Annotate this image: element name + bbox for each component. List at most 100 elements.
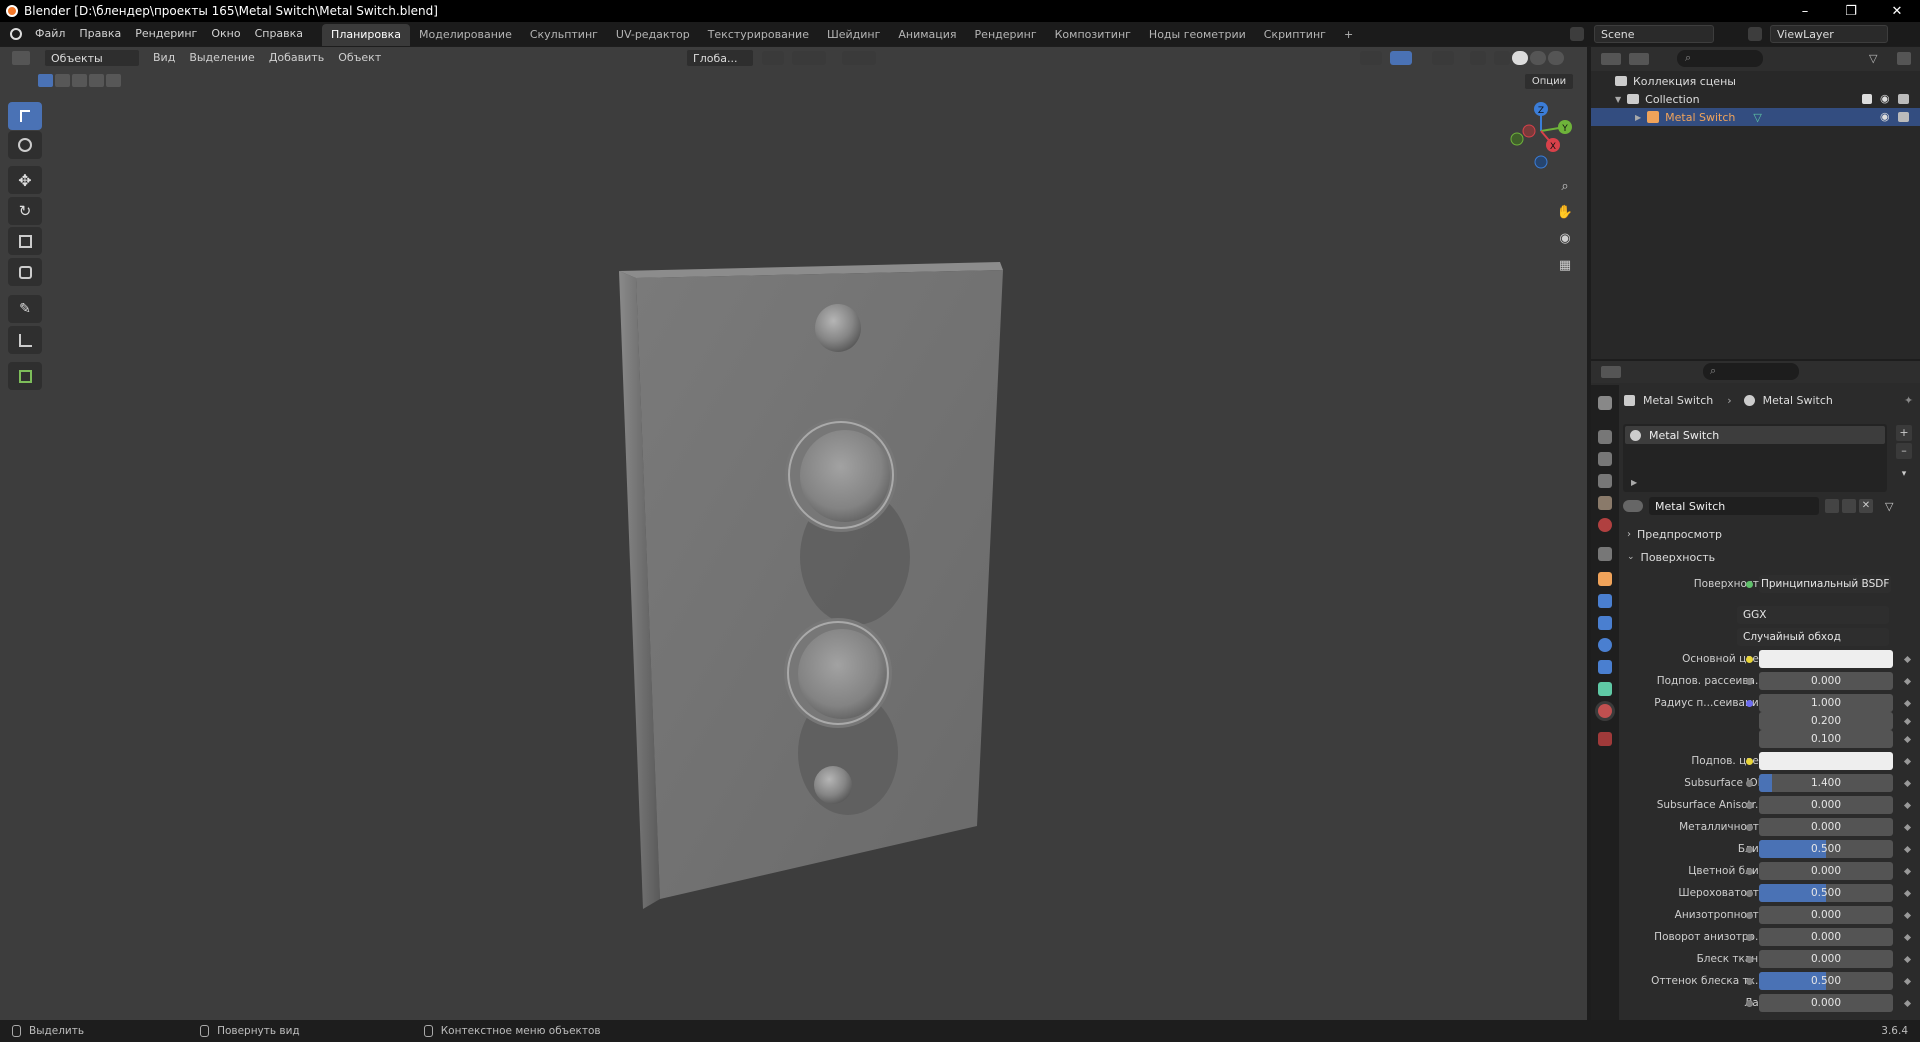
wireframe-shading-icon[interactable] <box>1494 51 1510 65</box>
transform-icon[interactable] <box>8 258 42 286</box>
properties-search-input[interactable] <box>1703 363 1799 380</box>
menu-render[interactable]: Рендеринг <box>128 22 204 46</box>
expand-arrow-icon[interactable]: ▶ <box>1635 113 1641 122</box>
perspective-toggle-icon[interactable]: ▦ <box>1553 253 1577 277</box>
3d-viewport[interactable]: Z Y X <box>0 47 1587 1020</box>
number-slider-field[interactable]: 0.500 <box>1759 972 1893 990</box>
input-socket-icon[interactable] <box>1746 655 1753 663</box>
transform-orientation-dropdown[interactable]: Глоба... <box>686 49 754 67</box>
display-mode-icon[interactable] <box>1629 53 1649 65</box>
texture-tab-icon[interactable] <box>1598 732 1612 746</box>
visibility-eye-icon[interactable]: ◉ <box>1880 92 1890 105</box>
number-slider-field[interactable]: 0.000 <box>1759 818 1893 836</box>
annotate-icon[interactable]: ✎ <box>8 295 42 323</box>
workspace-tab-uv-editing[interactable]: UV-редактор <box>607 24 699 46</box>
pan-view-icon[interactable]: ✋ <box>1553 200 1577 224</box>
subsurface-method-dropdown[interactable]: Случайный обход <box>1737 628 1889 646</box>
menu-view[interactable]: Вид <box>146 47 182 69</box>
new-collection-icon[interactable] <box>1897 52 1911 65</box>
pin-icon[interactable]: ✦ <box>1904 394 1913 407</box>
workspace-tab-geometry-nodes[interactable]: Ноды геометрии <box>1140 24 1255 46</box>
keyframe-icon[interactable] <box>1903 933 1912 941</box>
link-type-icon[interactable]: ▽ <box>1885 500 1893 513</box>
keyframe-icon[interactable] <box>1903 845 1912 853</box>
menu-help[interactable]: Справка <box>248 22 310 46</box>
scene-icon[interactable] <box>1570 27 1584 41</box>
visibility-icon[interactable] <box>1360 51 1382 65</box>
workspace-tab-compositing[interactable]: Композитинг <box>1046 24 1140 46</box>
material-preview-icon[interactable] <box>1530 51 1546 65</box>
select-extend-icon[interactable] <box>55 74 70 87</box>
keyframe-icon[interactable] <box>1903 911 1912 919</box>
input-socket-icon[interactable] <box>1746 999 1753 1007</box>
exclude-checkbox-icon[interactable] <box>1862 94 1872 104</box>
menu-object[interactable]: Объект <box>331 47 388 69</box>
render-camera-icon[interactable] <box>1898 112 1909 122</box>
select-new-icon[interactable] <box>38 74 53 87</box>
number-slider-field[interactable]: 0.100 <box>1759 730 1893 748</box>
particles-tab-icon[interactable] <box>1598 616 1612 630</box>
mode-selector[interactable]: Объекты <box>44 49 140 67</box>
mesh-data-icon[interactable]: ▽ <box>1753 111 1761 124</box>
rotate-icon[interactable]: ↻ <box>8 197 42 225</box>
measure-icon[interactable] <box>8 326 42 354</box>
keyframe-icon[interactable] <box>1903 735 1912 743</box>
object-tab-icon[interactable] <box>1598 572 1612 586</box>
keyframe-icon[interactable] <box>1903 655 1912 663</box>
keyframe-icon[interactable] <box>1903 677 1912 685</box>
pivot-point-icon[interactable] <box>762 51 784 65</box>
input-socket-icon[interactable] <box>1746 889 1753 897</box>
gizmo-toggle-icon[interactable] <box>1390 51 1412 65</box>
outliner-row-scene-collection[interactable]: Коллекция сцены <box>1591 72 1920 90</box>
expand-arrow-icon[interactable]: ▼ <box>1615 95 1621 104</box>
number-slider-field[interactable]: 0.500 <box>1759 884 1893 902</box>
distribution-dropdown[interactable]: GGX <box>1737 606 1889 624</box>
view-layer-selector[interactable]: ViewLayer <box>1770 25 1888 43</box>
camera-view-icon[interactable]: ◉ <box>1553 226 1577 250</box>
editor-type-icon[interactable] <box>12 51 30 65</box>
number-slider-field[interactable]: 0.000 <box>1759 862 1893 880</box>
scene-selector[interactable]: Scene <box>1594 25 1714 43</box>
keyframe-icon[interactable] <box>1903 779 1912 787</box>
keyframe-icon[interactable] <box>1903 717 1912 725</box>
zoom-view-icon[interactable]: ⌕ <box>1553 174 1577 198</box>
select-invert-icon[interactable] <box>89 74 104 87</box>
navigation-gizmo[interactable]: Z Y X <box>1510 102 1572 169</box>
select-box-icon[interactable] <box>8 102 42 130</box>
view-layer-icon[interactable] <box>1748 27 1762 41</box>
tool-tab-icon[interactable] <box>1598 396 1612 410</box>
input-socket-icon[interactable] <box>1746 677 1753 685</box>
number-slider-field[interactable]: 1.000 <box>1759 694 1893 712</box>
scene-tab-icon[interactable] <box>1598 496 1612 510</box>
number-slider-field[interactable]: 1.400 <box>1759 774 1893 792</box>
number-slider-field[interactable]: 0.000 <box>1759 994 1893 1012</box>
workspace-tab-animation[interactable]: Анимация <box>889 24 965 46</box>
number-slider-field[interactable]: 0.000 <box>1759 928 1893 946</box>
data-tab-icon[interactable] <box>1598 682 1612 696</box>
add-material-slot-button[interactable]: + <box>1896 425 1912 441</box>
minimize-button[interactable]: – <box>1782 0 1828 22</box>
move-icon[interactable]: ✥ <box>8 166 42 194</box>
modifiers-tab-icon[interactable] <box>1598 594 1612 608</box>
expand-arrow-icon[interactable]: ▶ <box>1631 478 1637 487</box>
workspace-tab-modeling[interactable]: Моделирование <box>410 24 521 46</box>
physics-tab-icon[interactable] <box>1598 638 1612 652</box>
render-camera-icon[interactable] <box>1898 94 1909 104</box>
view-layer-tab-icon[interactable] <box>1598 474 1612 488</box>
material-slot-item[interactable]: Metal Switch <box>1625 426 1885 444</box>
add-cube-icon[interactable] <box>8 362 42 390</box>
material-tab-icon[interactable] <box>1598 704 1612 718</box>
input-socket-icon[interactable] <box>1746 867 1753 875</box>
unlink-material-icon[interactable]: ✕ <box>1859 499 1873 513</box>
slot-specials-icon[interactable]: ▾ <box>1896 466 1912 482</box>
number-slider-field[interactable]: 0.000 <box>1759 906 1893 924</box>
keyframe-icon[interactable] <box>1903 889 1912 897</box>
input-socket-icon[interactable] <box>1746 955 1753 963</box>
constraints-tab-icon[interactable] <box>1598 660 1612 674</box>
number-slider-field[interactable]: 0.200 <box>1759 712 1893 730</box>
input-socket-icon[interactable] <box>1746 933 1753 941</box>
outliner-row-collection[interactable]: ▼ Collection ◉ <box>1591 90 1920 108</box>
workspace-tab-sculpting[interactable]: Скульптинг <box>521 24 607 46</box>
world-tab-icon[interactable] <box>1598 518 1612 532</box>
collection-tab-icon[interactable] <box>1598 547 1612 561</box>
